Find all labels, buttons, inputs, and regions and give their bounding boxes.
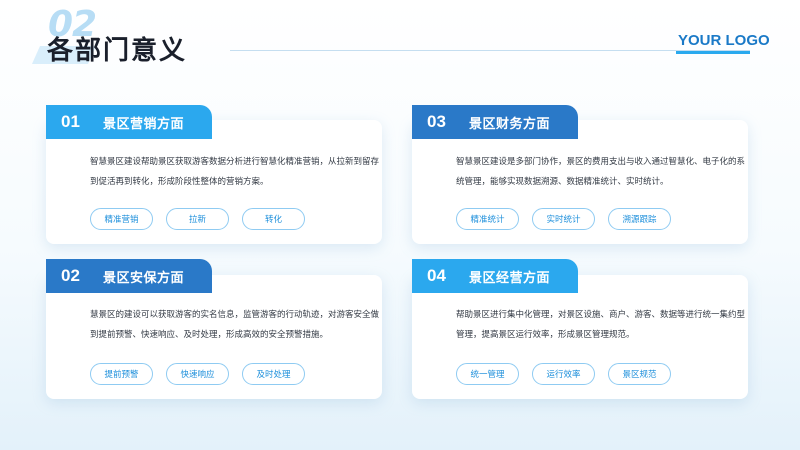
card-title: 景区财务方面 <box>469 116 551 132</box>
tag-pill[interactable]: 景区规范 <box>608 363 671 385</box>
card-description: 慧景区的建设可以获取游客的实名信息，监管游客的行动轨迹，对游客安全做到提前预警、… <box>90 310 380 340</box>
tag-list: 精准统计 实时统计 溯源跟踪 <box>456 208 671 230</box>
tag-pill[interactable]: 溯源跟踪 <box>608 208 671 230</box>
card-header-operations: 04 景区经营方面 <box>412 259 578 293</box>
card-number: 04 <box>427 266 446 285</box>
card-description: 智慧景区建设是多部门协作，景区的费用支出与收入通过智慧化、电子化的系统管理，能够… <box>456 157 746 187</box>
tag-pill[interactable]: 拉新 <box>166 208 229 230</box>
tag-pill[interactable]: 提前预警 <box>90 363 153 385</box>
tag-list: 统一管理 运行效率 景区规范 <box>456 363 671 385</box>
card-header-marketing: 01 景区营销方面 <box>46 105 212 139</box>
card-title: 景区安保方面 <box>103 270 185 286</box>
logo: YOUR LOGO <box>678 32 770 49</box>
card-description: 智慧景区建设帮助景区获取游客数据分析进行智慧化精准营销，从拉新到留存到促活再到转… <box>90 157 380 187</box>
logo-underline <box>676 51 750 54</box>
tag-pill[interactable]: 转化 <box>242 208 305 230</box>
tag-pill[interactable]: 统一管理 <box>456 363 519 385</box>
card-title: 景区经营方面 <box>469 270 551 286</box>
tag-pill[interactable]: 快速响应 <box>166 363 229 385</box>
page-title: 各部门意义 <box>47 36 188 66</box>
tag-list: 提前预警 快速响应 及时处理 <box>90 363 305 385</box>
card-number: 03 <box>427 112 446 131</box>
card-title: 景区营销方面 <box>103 116 185 132</box>
tag-pill[interactable]: 运行效率 <box>532 363 595 385</box>
tag-pill[interactable]: 及时处理 <box>242 363 305 385</box>
tag-pill[interactable]: 精准统计 <box>456 208 519 230</box>
tag-pill[interactable]: 实时统计 <box>532 208 595 230</box>
card-description: 帮助景区进行集中化管理，对景区设施、商户、游客、数据等进行统一集约型管理，提高景… <box>456 310 746 340</box>
tag-list: 精准营销 拉新 转化 <box>90 208 305 230</box>
card-header-security: 02 景区安保方面 <box>46 259 212 293</box>
card-header-finance: 03 景区财务方面 <box>412 105 578 139</box>
card-number: 02 <box>61 266 80 285</box>
tag-pill[interactable]: 精准营销 <box>90 208 153 230</box>
card-number: 01 <box>61 112 80 131</box>
card-security: 慧景区的建设可以获取游客的实名信息，监管游客的行动轨迹，对游客安全做到提前预警、… <box>46 275 382 399</box>
header-divider <box>230 50 750 51</box>
card-operations: 帮助景区进行集中化管理，对景区设施、商户、游客、数据等进行统一集约型管理，提高景… <box>412 275 748 399</box>
